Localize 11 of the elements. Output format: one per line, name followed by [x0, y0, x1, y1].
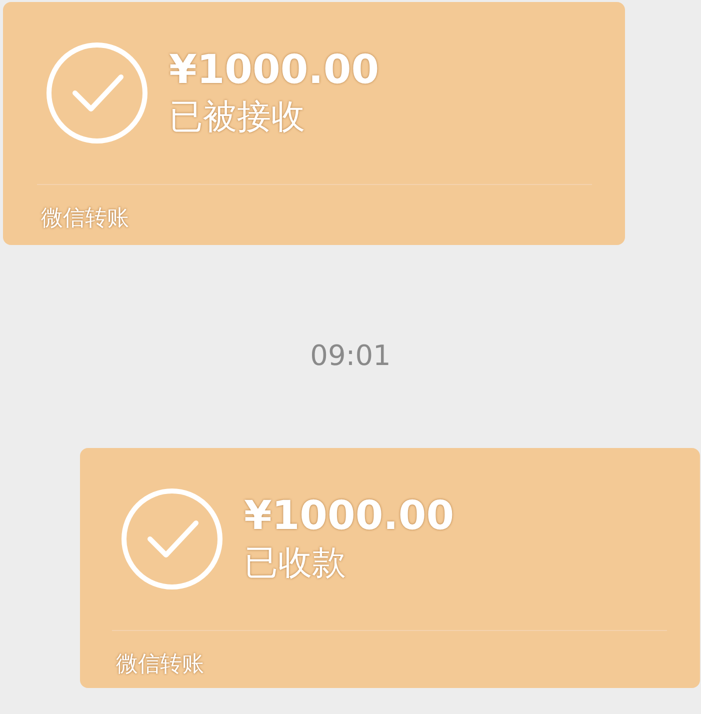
- transfer-amount: ¥1000.00: [244, 492, 454, 540]
- transfer-card[interactable]: ¥1000.00 已收款 微信转账: [80, 448, 700, 688]
- transfer-card[interactable]: ¥1000.00 已被接收 微信转账: [3, 2, 625, 245]
- transfer-status: 已收款: [244, 542, 347, 585]
- message-time: 09:01: [310, 339, 391, 372]
- transfer-status: 已被接收: [169, 96, 306, 139]
- transfer-label: 微信转账: [41, 205, 130, 233]
- transfer-amount: ¥1000.00: [169, 46, 380, 94]
- transfer-label: 微信转账: [116, 651, 205, 679]
- check-circle-icon: [120, 487, 224, 591]
- check-circle-icon: [45, 41, 149, 145]
